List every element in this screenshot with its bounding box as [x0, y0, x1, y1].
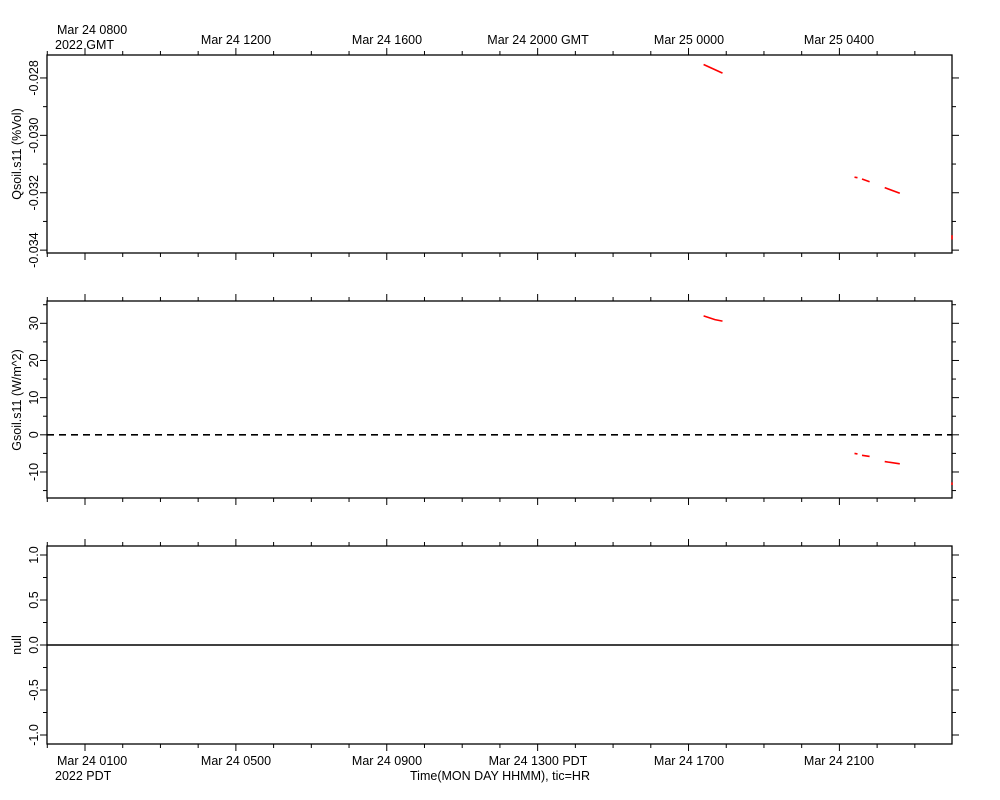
figure: Mar 24 0800 2022 GMT Mar 24 1200 Mar 24 …	[10, 23, 959, 783]
top-axis: Mar 24 0800 2022 GMT Mar 24 1200 Mar 24 …	[55, 23, 874, 52]
null-ylabel: null	[10, 635, 24, 654]
x-axis-title: Time(MON DAY HHMM), tic=HR	[410, 769, 590, 783]
top-first-label-line1: Mar 24 0800	[57, 23, 127, 37]
y-tick-label: 0	[27, 431, 41, 438]
bottom-first-label-line2: 2022 PDT	[55, 769, 112, 783]
y-tick-label: -0.030	[27, 118, 41, 153]
data-series-line	[884, 186, 901, 195]
gsoil-ylabel: Gsoil.s11 (W/m^2)	[10, 349, 24, 450]
qsoil-ylabel: Qsoil.s11 (%Vol)	[10, 108, 24, 199]
y-tick-label: 20	[27, 353, 41, 367]
top-tick-label: Mar 25 0400	[804, 33, 874, 47]
y-tick-label: -0.5	[27, 679, 41, 701]
bottom-tick-label: Mar 24 1300 PDT	[489, 754, 588, 768]
y-tick-label: -0.034	[27, 232, 41, 267]
y-tick-label: -10	[27, 463, 41, 481]
y-tick-label: 30	[27, 316, 41, 330]
bottom-tick-label: Mar 24 2100	[804, 754, 874, 768]
y-tick-label: -1.0	[27, 724, 41, 746]
y-tick-label: 0.5	[27, 591, 41, 608]
data-series-line	[884, 460, 900, 465]
gsoil-panel: Gsoil.s11 (W/m^2) 30 20 10 0 -10	[10, 294, 959, 505]
top-tick-label: Mar 25 0000	[654, 33, 724, 47]
y-tick-label: -0.032	[27, 175, 41, 210]
bottom-tick-label: Mar 24 0500	[201, 754, 271, 768]
y-tick-label: 10	[27, 391, 41, 405]
data-series-line	[854, 176, 858, 179]
bottom-tick-label: Mar 24 0900	[352, 754, 422, 768]
y-tick-label: -0.028	[27, 60, 41, 95]
null-panel: null 1.0 0.5 0.0 -0.5 -1.0	[10, 539, 959, 751]
bottom-first-label-line1: Mar 24 0100	[57, 754, 127, 768]
top-tick-label: Mar 24 1200	[201, 33, 271, 47]
y-tick-label: 1.0	[27, 546, 41, 563]
qsoil-panel: Qsoil.s11 (%Vol) -0.028 -0.030 -0.032 -0.03…	[10, 48, 959, 268]
data-series-line	[861, 454, 870, 458]
data-series-line	[854, 452, 858, 455]
top-tick-label: Mar 24 1600	[352, 33, 422, 47]
top-tick-label: Mar 24 2000 GMT	[487, 33, 589, 47]
data-series-line	[703, 63, 723, 74]
data-series-line	[703, 315, 723, 322]
qsoil-plot-frame	[46, 54, 953, 254]
y-tick-label: 0.0	[27, 636, 41, 653]
bottom-axis: Mar 24 0100 2022 PDT Mar 24 0500 Mar 24 …	[55, 754, 874, 783]
data-series-line	[861, 178, 870, 183]
gsoil-plot-frame	[46, 300, 953, 499]
bottom-tick-label: Mar 24 1700	[654, 754, 724, 768]
